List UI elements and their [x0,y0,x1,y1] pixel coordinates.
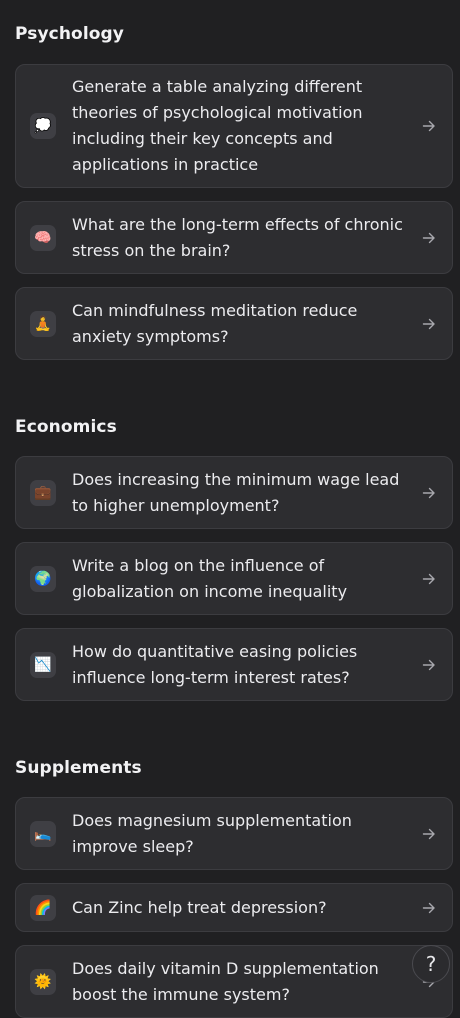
arrow-right-icon [422,659,435,670]
bed-icon: 🛌 [30,820,56,847]
suggestion-card[interactable]: 💼 Does increasing the minimum wage lead … [15,456,453,529]
suggestion-text: Generate a table analyzing different the… [72,77,363,174]
suggestion-card[interactable]: 🌈 Can Zinc help treat depression? [15,883,453,932]
briefcase-icon: 💼 [30,479,56,506]
arrow-right-icon [422,120,435,132]
help-button[interactable]: ? [412,945,450,983]
suggestion-card[interactable]: 🧘 Can mindfulness meditation reduce anxi… [15,287,453,360]
brain-icon: 🧠 [30,224,56,251]
arrow-right-icon [422,487,435,498]
thought-bubble-icon: 💭 [30,113,56,139]
suggestion-card[interactable]: 🛌 Does magnesium supplementation improve… [15,797,453,870]
arrow-right-icon [422,828,435,839]
suggestion-card[interactable]: 🌞 Does daily vitamin D supplementation b… [15,945,453,1018]
suggestion-text: Write a blog on the influence of globali… [72,555,348,601]
arrow-right-icon [422,318,435,329]
suggestion-card[interactable]: 🧠 What are the long-term effects of chro… [15,201,453,274]
help-icon: ? [425,952,437,976]
suggestion-card[interactable]: 💭 Generate a table analyzing different t… [15,64,453,188]
arrow-right-icon [422,902,435,913]
section-title: Economics [15,417,117,437]
section-title: Supplements [15,758,142,778]
meditation-icon: 🧘 [30,310,56,337]
suggestion-text: How do quantitative easing policies infl… [72,641,358,687]
globe-icon: 🌍 [30,565,56,592]
chart-decreasing-icon: 📉 [30,651,56,678]
arrow-right-icon [422,232,435,243]
rainbow-icon: 🌈 [30,894,56,921]
suggestion-text: Does magnesium supplementation improve s… [72,810,352,856]
suggestion-card[interactable]: 🌍 Write a blog on the influence of globa… [15,542,453,615]
suggestion-card[interactable]: 📉 How do quantitative easing policies in… [15,628,453,701]
sun-icon: 🌞 [30,968,56,995]
suggestion-text: What are the long-term effects of chroni… [72,214,403,260]
section-title: Psychology [15,24,124,44]
arrow-right-icon [422,573,435,584]
suggestion-text: Does increasing the minimum wage lead to… [72,469,400,515]
suggestion-text: Can mindfulness meditation reduce anxiet… [72,300,358,346]
suggestion-text: Can Zinc help treat depression? [72,897,327,917]
